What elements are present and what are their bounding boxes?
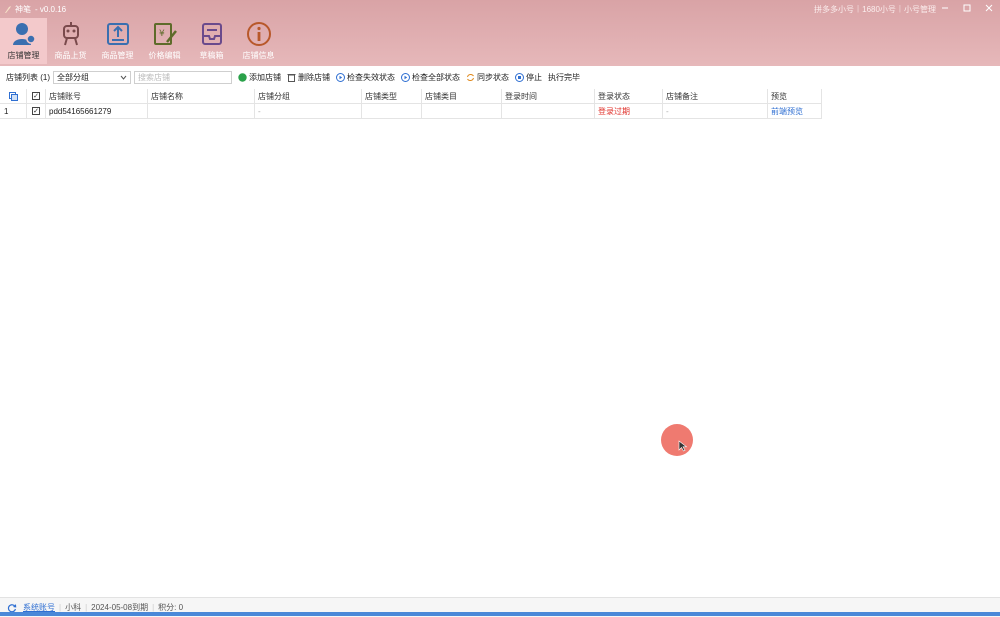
play-circle-icon — [401, 72, 410, 82]
copy-column-header[interactable] — [0, 89, 27, 104]
group-select[interactable]: 全部分组 — [53, 70, 131, 84]
cell-type — [362, 104, 422, 119]
check-all-label: 检查全部状态 — [412, 72, 460, 82]
store-manage-icon — [12, 23, 36, 45]
add-circle-icon — [238, 72, 247, 82]
app-version: - v0.0.16 — [35, 4, 67, 14]
app-name: 神笔 — [15, 4, 31, 14]
row-checkbox[interactable]: ✓ — [32, 107, 40, 115]
column-header[interactable]: 预览 — [768, 89, 822, 104]
cell-remark: - — [663, 104, 768, 119]
separator: | — [59, 603, 62, 612]
cell-group: - — [255, 104, 362, 119]
cell-name — [148, 104, 255, 119]
select-all-checkbox[interactable]: ✓ — [32, 92, 40, 100]
add-store-button[interactable]: 添加店铺 — [238, 72, 281, 83]
stop-button[interactable]: 停止 — [515, 72, 542, 83]
nav-label: 商品管理 — [101, 51, 134, 60]
column-header[interactable]: 店铺类目 — [422, 89, 502, 104]
trash-icon — [287, 73, 296, 82]
sync-status-label: 同步状态 — [477, 72, 509, 82]
separator: | — [857, 4, 860, 13]
nav-drafts[interactable]: 草稿箱 — [188, 18, 235, 64]
nav-price-edit[interactable]: ¥ 价格编辑 — [141, 18, 188, 64]
close-icon — [985, 4, 993, 12]
nav-store-manage[interactable]: 店铺管理 — [0, 18, 47, 64]
chevron-down-icon — [120, 75, 127, 80]
top-right-links: 拼多多小号 | 1680小号 | 小号管理 — [814, 4, 936, 15]
nav-goods-manage[interactable]: 商品管理 — [94, 18, 141, 64]
refresh-icon[interactable] — [7, 603, 17, 613]
group-select-value: 全部分组 — [57, 72, 89, 82]
cursor-arrow-icon — [678, 440, 688, 452]
column-header[interactable]: 店铺账号 — [46, 89, 148, 104]
sync-status-button[interactable]: 同步状态 — [466, 72, 509, 83]
select-all-cell[interactable]: ✓ — [27, 89, 46, 104]
table-header: ✓ 店铺账号 店铺名称 店铺分组 店铺类型 店铺类目 登录时间 登录状态 店铺备… — [0, 89, 822, 104]
store-table: ✓ 店铺账号 店铺名称 店铺分组 店铺类型 店铺类目 登录时间 登录状态 店铺备… — [0, 89, 822, 119]
maximize-icon — [963, 4, 971, 12]
svg-text:¥: ¥ — [159, 29, 165, 39]
title-bar: 神笔 - v0.0.16 拼多多小号 | 1680小号 | 小号管理 店铺管理 — [0, 0, 1000, 66]
add-store-label: 添加店铺 — [249, 72, 281, 82]
price-edit-icon: ¥ — [153, 23, 177, 45]
cell-account: pdd54165661279 — [46, 104, 148, 119]
nav-label: 店铺管理 — [7, 51, 40, 60]
stop-label: 停止 — [526, 72, 542, 82]
column-header[interactable]: 登录时间 — [502, 89, 595, 104]
execution-status: 执行完毕 — [548, 72, 580, 82]
toolbar: 店铺列表 (1) 全部分组 添加店铺 删除店铺 检查失效状态 检查全部状态 同步… — [0, 68, 1000, 86]
drafts-icon — [201, 23, 222, 45]
column-header[interactable]: 店铺名称 — [148, 89, 255, 104]
nav-upload[interactable]: 商品上货 — [47, 18, 94, 64]
minimize-button[interactable] — [934, 0, 956, 16]
goods-manage-icon — [106, 23, 129, 45]
nav-store-info[interactable]: 店铺信息 — [235, 18, 282, 64]
close-button[interactable] — [978, 0, 1000, 16]
nav-label: 价格编辑 — [148, 51, 181, 60]
delete-store-label: 删除店铺 — [298, 72, 330, 82]
row-index: 1 — [0, 104, 27, 119]
cell-login-status: 登录过期 — [595, 104, 663, 119]
cell-login-time — [502, 104, 595, 119]
maximize-button[interactable] — [956, 0, 978, 16]
top-link-manage[interactable]: 小号管理 — [904, 4, 936, 15]
window-controls — [934, 0, 1000, 16]
separator: | — [152, 603, 155, 612]
cursor-highlight — [661, 424, 693, 456]
info-icon — [246, 22, 271, 46]
check-all-button[interactable]: 检查全部状态 — [401, 72, 460, 83]
preview-link[interactable]: 前端预览 — [768, 104, 822, 119]
nav-label: 店铺信息 — [242, 51, 275, 60]
separator: | — [898, 4, 901, 13]
brush-logo-icon — [5, 5, 11, 13]
column-header[interactable]: 店铺备注 — [663, 89, 768, 104]
nav-label: 商品上货 — [54, 51, 87, 60]
table-row[interactable]: 1 ✓ pdd54165661279 - 登录过期 - 前端预览 — [0, 104, 822, 119]
column-header[interactable]: 登录状态 — [595, 89, 663, 104]
check-failed-label: 检查失效状态 — [347, 72, 395, 82]
top-link-1680[interactable]: 1680小号 — [862, 4, 896, 15]
play-circle-icon — [336, 72, 345, 82]
column-header[interactable]: 店铺类型 — [362, 89, 422, 104]
top-link-pdd[interactable]: 拼多多小号 — [814, 4, 854, 15]
upload-bot-icon — [62, 22, 79, 46]
app-title: 神笔 - v0.0.16 — [4, 3, 66, 15]
minimize-icon — [942, 7, 948, 9]
separator: | — [85, 603, 88, 612]
delete-store-button[interactable]: 删除店铺 — [287, 72, 330, 83]
store-list-count: 店铺列表 (1) — [6, 72, 50, 82]
search-input[interactable] — [134, 70, 232, 84]
sync-icon — [467, 73, 474, 81]
check-failed-button[interactable]: 检查失效状态 — [336, 72, 395, 83]
main-nav: 店铺管理 商品上货 商品管理 ¥ 价格编辑 草稿箱 店铺信息 — [0, 18, 282, 64]
copy-icon — [8, 91, 18, 101]
row-checkbox-cell[interactable]: ✓ — [27, 104, 46, 119]
nav-label: 草稿箱 — [199, 51, 224, 60]
bottom-accent-bar — [0, 612, 1000, 616]
column-header[interactable]: 店铺分组 — [255, 89, 362, 104]
cell-category — [422, 104, 502, 119]
stop-circle-icon — [515, 72, 524, 82]
